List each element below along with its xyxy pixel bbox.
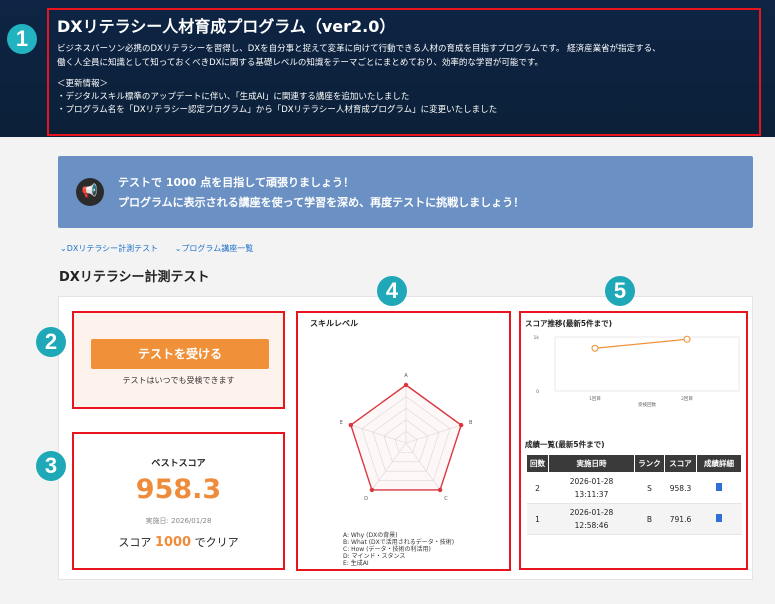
update-info: ＜更新情報＞ ・デジタルスキル標準のアップデートに伴い、「生成AI」に関連する講… (57, 79, 498, 115)
col-header-count: 回数 (526, 454, 549, 473)
legend-item: B: What (DXで活用されるデータ・技術) (343, 539, 455, 546)
score-list-title: 成績一覧(最新5件まで) (525, 440, 605, 449)
table-row: 2 2026-01-28 13:11:37 S 958.3 (526, 472, 742, 504)
marker-3: 3 (36, 451, 66, 481)
document-icon[interactable] (716, 482, 722, 491)
best-score-label: ベストスコア (151, 459, 206, 469)
skill-legend: A: Why (DXの背景) B: What (DXで活用されるデータ・技術) … (343, 532, 454, 567)
trend-x-tick: 2回目 (681, 396, 693, 402)
trend-plot-area (554, 336, 740, 392)
clear-condition: スコア 1000 でクリア (118, 535, 239, 550)
score-trend-chart: 1k 0 1回目 2回目受検回数 (534, 335, 740, 408)
header-highlight-box: DXリテラシー人材育成プログラム（ver2.0） ビジネスパーソン必携のDXリテ… (47, 8, 761, 136)
trend-line (594, 338, 688, 349)
program-description: ビジネスパーソン必携のDXリテラシーを習得し、DXを自分事と捉えて変革に向けて行… (57, 44, 661, 68)
marker-1: 1 (7, 24, 37, 54)
radar-series (350, 384, 462, 491)
radar-axis-label: C (444, 496, 448, 502)
radar-axis-label: B (469, 420, 473, 426)
test-note: テストはいつでも受検できます (122, 376, 235, 385)
trend-point (591, 344, 599, 352)
radar-point (403, 382, 409, 388)
legend-item: A: Why (DXの背景) (343, 532, 398, 539)
radar-axis-label: A (404, 373, 408, 379)
radar-axis-label: E (340, 420, 343, 426)
radar-point (437, 487, 443, 493)
take-test-card: テストを受ける テストはいつでも受検できます (72, 311, 285, 409)
trend-x-title: 受検回数 (638, 401, 656, 408)
skill-level-card: スキルレベル A B C D E A: Why (DXの背景) B: What (DXで… (296, 311, 511, 571)
trend-y-tick: 0 (536, 389, 539, 395)
banner-line-2: プログラムに表示される講座を使って学習を深め、再度テストに挑戦しましょう！ (118, 196, 525, 209)
col-header-detail: 成績詳細 (696, 454, 742, 473)
clear-score: 1000 (154, 535, 192, 550)
score-table: 回数 実施日時 ランク スコア 成績詳細 2 2026-01-28 13:11:3… (526, 454, 742, 535)
marker-4: 4 (377, 276, 407, 306)
radar-point (369, 487, 375, 493)
skill-radar-chart: A B C D E (340, 373, 473, 502)
link-test[interactable]: ⌄DXリテラシー計測テスト (60, 244, 158, 253)
legend-item: E: 生成AI (343, 560, 369, 567)
chevron-down-icon: ⌄ (60, 244, 67, 253)
motivation-banner: 📢 テストで 1000 点を目指して頑張りましょう！ プログラムに表示される講座… (58, 156, 753, 228)
legend-item: D: マインド・スタンス (343, 553, 406, 560)
table-row: 1 2026-01-28 12:58:46 B 791.6 (526, 503, 742, 535)
megaphone-icon: 📢 (76, 178, 104, 206)
col-header-rank: ランク (634, 454, 665, 473)
score-trend-title: スコア推移(最新5件まで) (525, 319, 613, 328)
document-icon[interactable] (716, 513, 722, 522)
program-header: 1 DXリテラシー人材育成プログラム（ver2.0） ビジネスパーソン必携のDX… (0, 0, 775, 137)
link-courses[interactable]: ⌄プログラム講座一覧 (175, 244, 253, 253)
section-title: DXリテラシー計測テスト (59, 270, 210, 285)
best-score-date: 実施日: 2026/01/28 (145, 517, 212, 525)
legend-item: C: How (データ・技術の利活用) (343, 546, 431, 553)
radar-point (458, 422, 464, 428)
trend-point (683, 335, 691, 343)
marker-5: 5 (605, 276, 635, 306)
take-test-button[interactable]: テストを受ける (91, 339, 269, 369)
radar-point (348, 422, 354, 428)
best-score-value: 958.3 (135, 474, 222, 505)
anchor-links: ⌄DXリテラシー計測テスト ⌄プログラム講座一覧 (60, 243, 267, 254)
banner-line-1: テストで 1000 点を目指して頑張りましょう！ (118, 176, 354, 189)
page-title: DXリテラシー人材育成プログラム（ver2.0） (57, 17, 396, 36)
skill-level-title: スキルレベル (310, 319, 358, 328)
best-score-card: ベストスコア 958.3 実施日: 2026/01/28 スコア 1000 でク… (72, 432, 285, 570)
trend-x-tick: 1回目 (589, 396, 601, 402)
marker-2: 2 (36, 327, 66, 357)
col-header-score: スコア (664, 454, 697, 473)
score-history-card: スコア推移(最新5件まで) 1k 0 1回目 2回目受検回数 成績一覧(最新5件まで)… (519, 311, 748, 570)
trend-y-tick: 1k (534, 335, 540, 341)
radar-axis-label: D (364, 496, 368, 502)
col-header-datetime: 実施日時 (548, 454, 635, 473)
